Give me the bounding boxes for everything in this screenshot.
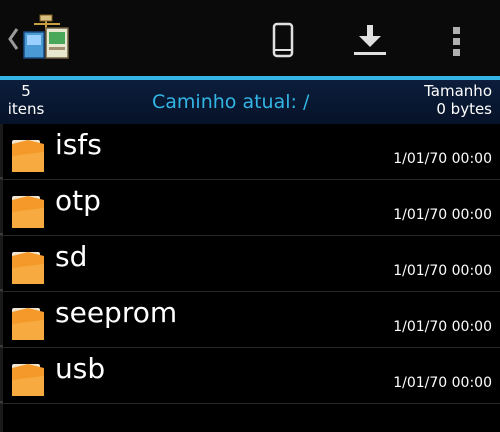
list-item[interactable]: seeprom 1/01/70 00:00 [0,292,500,348]
item-count-number: 5 [21,82,31,100]
file-name: usb [55,352,106,385]
folder-icon [12,308,44,340]
download-icon [354,25,386,55]
list-item[interactable]: sd 1/01/70 00:00 [0,236,500,292]
folder-icon [12,140,44,172]
list-item[interactable]: otp 1/01/70 00:00 [0,180,500,236]
current-path: Caminho atual: / [152,91,310,113]
file-date: 1/01/70 00:00 [393,319,492,335]
file-name: isfs [55,128,102,161]
item-count-unit: itens [7,100,45,118]
network-folders-logo-icon[interactable] [20,14,72,64]
file-name: sd [55,240,88,273]
file-name: otp [55,184,101,217]
overflow-menu-icon [453,27,460,56]
folder-icon [12,364,44,396]
phone-icon [272,22,294,58]
phone-button[interactable] [253,12,313,68]
file-list: isfs 1/01/70 00:00 otp 1/01/70 00:00 sd … [0,124,500,404]
file-date: 1/01/70 00:00 [393,207,492,223]
list-item[interactable]: isfs 1/01/70 00:00 [0,124,500,180]
info-bar: 5 itens Caminho atual: / Tamanho 0 bytes [0,80,500,124]
overflow-menu-button[interactable] [427,12,487,68]
list-item[interactable]: usb 1/01/70 00:00 [0,348,500,404]
action-bar [0,0,500,76]
total-size-value: 0 bytes [436,100,492,118]
item-count: 5 itens [5,82,47,118]
folder-icon [12,252,44,284]
back-chevron-icon[interactable] [7,26,19,52]
file-date: 1/01/70 00:00 [393,263,492,279]
total-size-label: Tamanho [424,82,492,100]
total-size: Tamanho 0 bytes [424,82,492,118]
file-date: 1/01/70 00:00 [393,151,492,167]
folder-icon [12,196,44,228]
file-date: 1/01/70 00:00 [393,375,492,391]
download-button[interactable] [340,12,400,68]
file-name: seeprom [55,296,178,329]
